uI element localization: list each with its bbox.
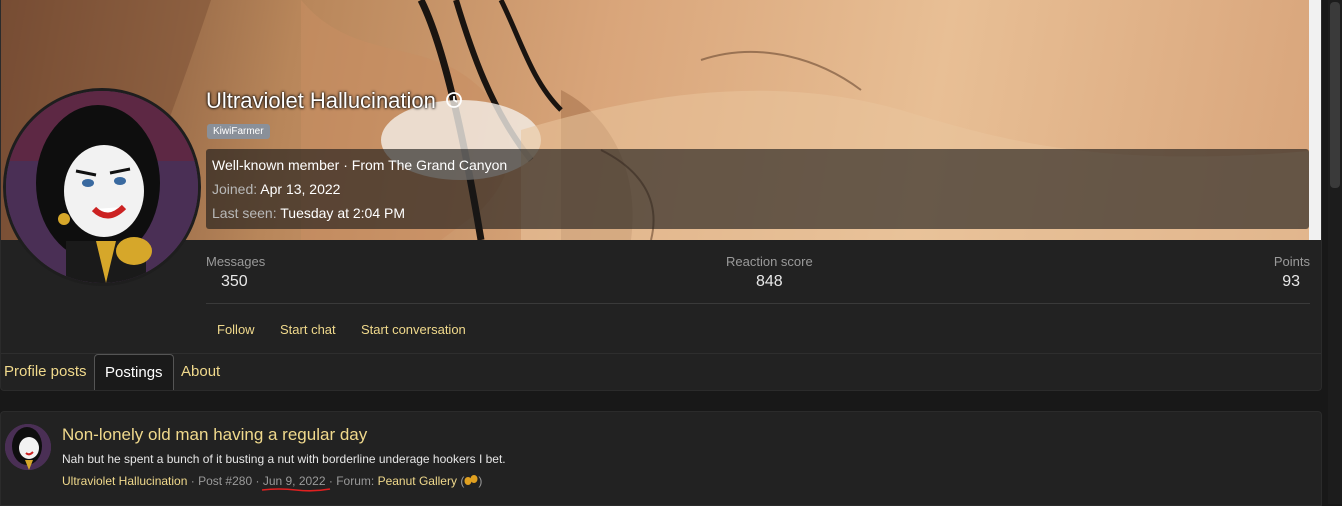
meta-separator: · — [190, 474, 195, 488]
joined-label: Joined: — [212, 181, 258, 197]
role-badge: KiwiFarmer — [207, 124, 270, 139]
messages-label: Messages — [206, 254, 266, 269]
user-info-box: Well-known member · From The Grand Canyo… — [206, 149, 1309, 229]
stat-reaction-score: Reaction score 848 — [726, 254, 813, 291]
profile-card: Ultraviolet Hallucination KiwiFarmer Wel… — [0, 0, 1322, 391]
post-author-link[interactable]: Ultraviolet Hallucination — [62, 474, 187, 488]
tab-about[interactable]: About — [181, 354, 220, 390]
post-date[interactable]: Jun 9, 2022 — [261, 474, 330, 492]
start-chat-button[interactable]: Start chat — [280, 322, 336, 337]
forum-link[interactable]: Peanut Gallery — [378, 474, 457, 488]
joined-value: Apr 13, 2022 — [260, 181, 341, 197]
joined-line: Joined: Apr 13, 2022 — [212, 181, 340, 197]
stat-messages: Messages 350 — [206, 254, 265, 291]
messages-value[interactable]: 350 — [206, 273, 265, 291]
last-seen-value: Tuesday at 2:04 PM — [280, 205, 406, 221]
avatar[interactable] — [3, 88, 201, 286]
meta-separator: · — [255, 474, 260, 488]
post-date-text: Jun 9, 2022 — [262, 474, 326, 488]
post-title-link[interactable]: Non-lonely old man having a regular day — [62, 425, 367, 445]
forum-prefix: Forum: — [336, 474, 375, 488]
post-author-avatar[interactable] — [5, 424, 51, 470]
start-conversation-button[interactable]: Start conversation — [361, 322, 466, 337]
stat-points: Points 93 — [1251, 254, 1310, 291]
user-name-text: Ultraviolet Hallucination — [206, 88, 436, 113]
scrollbar-thumb[interactable] — [1330, 2, 1340, 188]
tab-profile-posts[interactable]: Profile posts — [4, 354, 87, 390]
last-seen-label: Last seen: — [212, 205, 277, 221]
meta-separator: · — [328, 474, 333, 488]
stats-divider — [206, 303, 1310, 304]
post-number: Post #280 — [198, 474, 253, 488]
follow-button[interactable]: Follow — [217, 322, 255, 337]
clock-history-icon — [446, 92, 462, 108]
tab-postings[interactable]: Postings — [94, 354, 174, 390]
points-value[interactable]: 93 — [1251, 273, 1310, 291]
peanut-icon — [464, 475, 478, 485]
profile-tabs: Profile posts Postings About — [1, 353, 1321, 390]
last-seen-line: Last seen: Tuesday at 2:04 PM — [212, 205, 405, 221]
post-meta: Ultraviolet Hallucination · Post #280 · … — [62, 474, 483, 492]
member-title-line: Well-known member · From The Grand Canyo… — [212, 157, 508, 173]
post-item: Non-lonely old man having a regular day … — [0, 411, 1322, 506]
reaction-label: Reaction score — [726, 254, 813, 269]
red-underline-annotation — [261, 488, 330, 492]
reaction-value[interactable]: 848 — [726, 273, 813, 291]
forum-icon-wrap: ( ) — [460, 474, 483, 488]
user-name: Ultraviolet Hallucination — [206, 88, 464, 114]
points-label: Points — [1273, 254, 1310, 269]
post-snippet: Nah but he spent a bunch of it busting a… — [62, 452, 506, 466]
